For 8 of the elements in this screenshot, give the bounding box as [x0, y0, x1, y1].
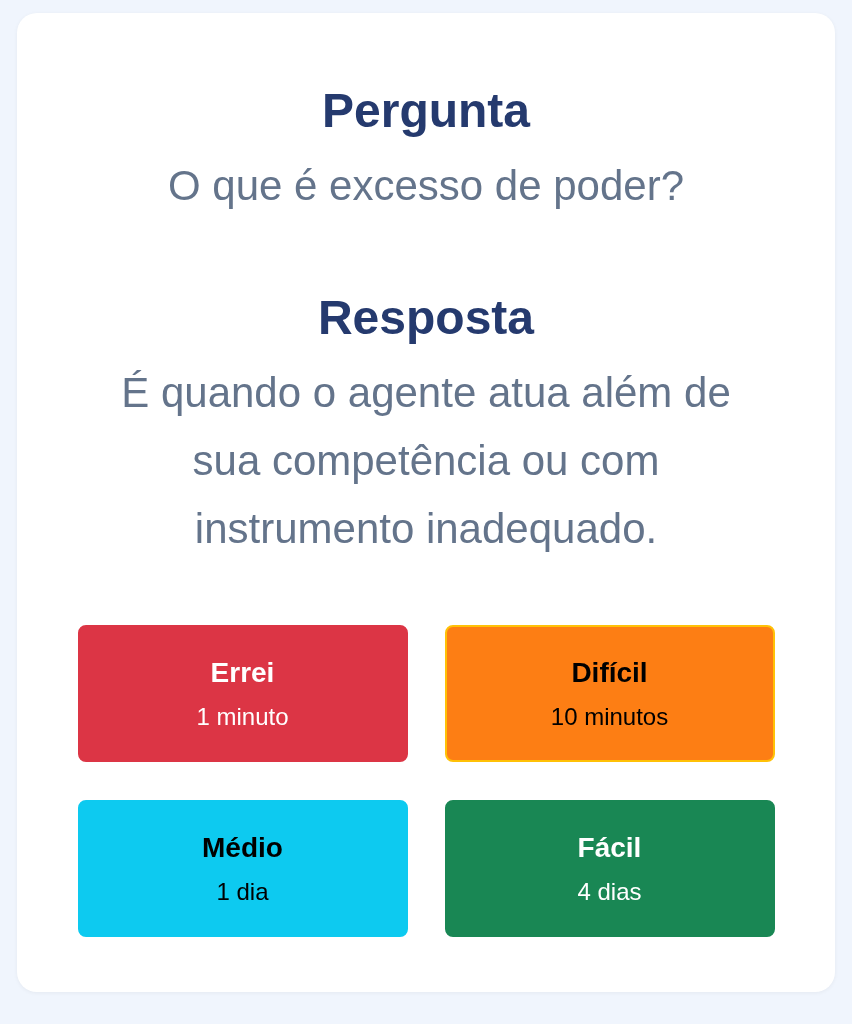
section-heading: Pergunta: [322, 83, 530, 138]
rating-button[interactable]: Fácil 4 dias: [444, 800, 775, 937]
section-heading: Resposta: [317, 290, 535, 345]
section-text: É quando o agente atua além de sua competência ou com instrumento inadequado.: [120, 368, 732, 554]
rating-button[interactable]: Errei 1 minuto: [77, 625, 408, 762]
section-text: O que é excesso de poder?: [168, 161, 684, 211]
rating-button[interactable]: Difícil 10 minutos: [444, 625, 775, 762]
rating-button[interactable]: Médio 1 dia: [77, 800, 408, 937]
